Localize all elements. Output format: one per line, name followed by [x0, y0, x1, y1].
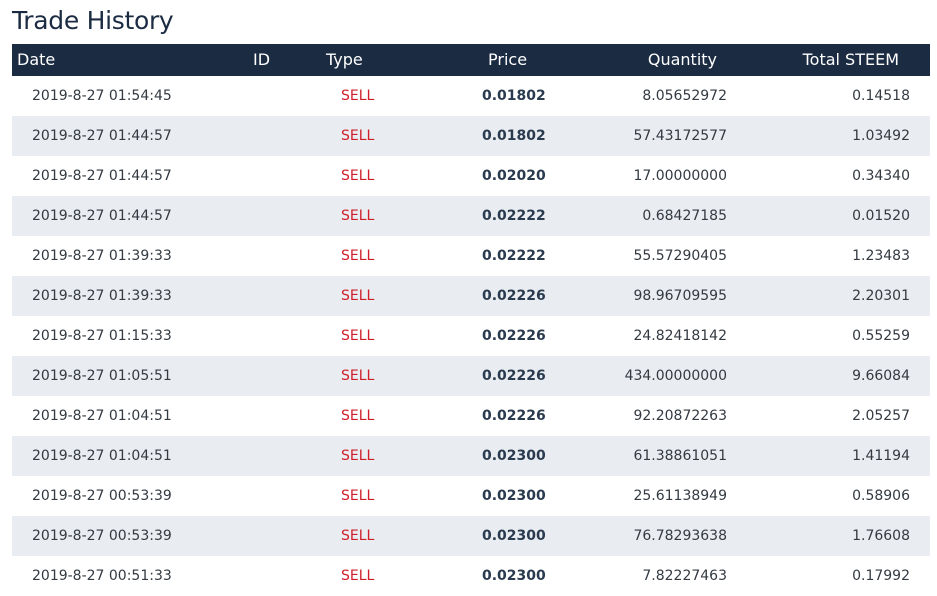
trade-price-cell: 0.02300 [482, 568, 546, 584]
trade-type-cell: SELL [341, 488, 375, 504]
trade-date-cell: 2019-8-27 01:39:33 [32, 288, 172, 304]
trade-date-cell: 2019-8-27 01:04:51 [32, 408, 172, 424]
trade-date-cell: 2019-8-27 01:44:57 [32, 208, 172, 224]
trade-price-cell: 0.02020 [482, 168, 546, 184]
trade-price-cell: 0.02222 [482, 248, 546, 264]
table-row: 2019-8-27 01:04:51 SELL 0.02226 92.20872263… [12, 396, 930, 436]
trade-total-cell: 1.76608 [852, 528, 910, 544]
trade-type-cell: SELL [341, 288, 375, 304]
trade-total-cell: 2.20301 [852, 288, 910, 304]
table-row: 2019-8-27 01:05:51 SELL 0.02226 434.0000000… [12, 356, 930, 396]
table-row: 2019-8-27 00:53:39 SELL 0.02300 25.61138949… [12, 476, 930, 516]
trade-quantity-cell: 25.61138949 [633, 488, 727, 504]
trade-date-cell: 2019-8-27 00:51:33 [32, 568, 172, 584]
trade-total-cell: 1.23483 [852, 248, 910, 264]
trade-type-cell: SELL [341, 568, 375, 584]
trade-type-cell: SELL [341, 408, 375, 424]
trade-price-cell: 0.02300 [482, 448, 546, 464]
trade-type-cell: SELL [341, 168, 375, 184]
column-header-type[interactable]: Type [326, 44, 363, 76]
trade-quantity-cell: 434.00000000 [624, 368, 727, 384]
trade-type-cell: SELL [341, 88, 375, 104]
trade-price-cell: 0.02222 [482, 208, 546, 224]
table-row: 2019-8-27 01:04:51 SELL 0.02300 61.38861051… [12, 436, 930, 476]
trade-quantity-cell: 7.82227463 [642, 568, 727, 584]
trade-date-cell: 2019-8-27 01:05:51 [32, 368, 172, 384]
trade-total-cell: 2.05257 [852, 408, 910, 424]
trade-quantity-cell: 8.05652972 [642, 88, 727, 104]
trade-quantity-cell: 24.82418142 [633, 328, 727, 344]
trade-quantity-cell: 92.20872263 [633, 408, 727, 424]
trade-quantity-cell: 17.00000000 [633, 168, 727, 184]
trade-date-cell: 2019-8-27 00:53:39 [32, 488, 172, 504]
trade-total-cell: 1.41194 [852, 448, 910, 464]
trade-total-cell: 0.58906 [852, 488, 910, 504]
trade-date-cell: 2019-8-27 00:53:39 [32, 528, 172, 544]
column-header-date[interactable]: Date [17, 44, 55, 76]
table-header: Date ID Type Price Quantity Total STEEM [12, 44, 930, 76]
trade-date-cell: 2019-8-27 01:44:57 [32, 168, 172, 184]
trade-price-cell: 0.02226 [482, 328, 546, 344]
trade-total-cell: 0.55259 [852, 328, 910, 344]
trade-total-cell: 0.01520 [852, 208, 910, 224]
column-header-id[interactable]: ID [253, 44, 270, 76]
trade-quantity-cell: 98.96709595 [633, 288, 727, 304]
trade-quantity-cell: 55.57290405 [633, 248, 727, 264]
trade-quantity-cell: 61.38861051 [633, 448, 727, 464]
trade-date-cell: 2019-8-27 01:04:51 [32, 448, 172, 464]
trade-type-cell: SELL [341, 368, 375, 384]
trade-type-cell: SELL [341, 448, 375, 464]
trade-quantity-cell: 57.43172577 [633, 128, 727, 144]
table-row: 2019-8-27 01:44:57 SELL 0.01802 57.43172577… [12, 116, 930, 156]
trade-price-cell: 0.01802 [482, 88, 546, 104]
trade-history-table: Date ID Type Price Quantity Total STEEM … [12, 44, 930, 596]
trade-price-cell: 0.01802 [482, 128, 546, 144]
trade-price-cell: 0.02226 [482, 368, 546, 384]
trade-quantity-cell: 0.68427185 [642, 208, 727, 224]
column-header-quantity[interactable]: Quantity [648, 44, 717, 76]
column-header-price[interactable]: Price [488, 44, 527, 76]
trade-date-cell: 2019-8-27 01:15:33 [32, 328, 172, 344]
trade-price-cell: 0.02300 [482, 528, 546, 544]
trade-type-cell: SELL [341, 128, 375, 144]
table-row: 2019-8-27 01:39:33 SELL 0.02226 98.96709595… [12, 276, 930, 316]
trade-total-cell: 1.03492 [852, 128, 910, 144]
trade-price-cell: 0.02226 [482, 408, 546, 424]
trade-type-cell: SELL [341, 208, 375, 224]
column-header-total-steem[interactable]: Total STEEM [803, 44, 899, 76]
table-row: 2019-8-27 01:54:45 SELL 0.01802 8.05652972 0… [12, 76, 930, 116]
page-title: Trade History [12, 6, 174, 35]
table-row: 2019-8-27 00:53:39 SELL 0.02300 76.78293638… [12, 516, 930, 556]
trade-total-cell: 0.17992 [852, 568, 910, 584]
trade-type-cell: SELL [341, 328, 375, 344]
table-row: 2019-8-27 01:44:57 SELL 0.02020 17.00000000… [12, 156, 930, 196]
table-row: 2019-8-27 01:39:33 SELL 0.02222 55.57290405… [12, 236, 930, 276]
trade-price-cell: 0.02226 [482, 288, 546, 304]
trade-quantity-cell: 76.78293638 [633, 528, 727, 544]
table-row: 2019-8-27 01:44:57 SELL 0.02222 0.68427185 0… [12, 196, 930, 236]
trade-date-cell: 2019-8-27 01:54:45 [32, 88, 172, 104]
trade-date-cell: 2019-8-27 01:39:33 [32, 248, 172, 264]
table-row: 2019-8-27 00:51:33 SELL 0.02300 7.82227463 0… [12, 556, 930, 596]
trade-type-cell: SELL [341, 248, 375, 264]
trade-total-cell: 9.66084 [852, 368, 910, 384]
table-row: 2019-8-27 01:15:33 SELL 0.02226 24.82418142… [12, 316, 930, 356]
trade-total-cell: 0.14518 [852, 88, 910, 104]
trade-total-cell: 0.34340 [852, 168, 910, 184]
trade-price-cell: 0.02300 [482, 488, 546, 504]
trade-type-cell: SELL [341, 528, 375, 544]
trade-date-cell: 2019-8-27 01:44:57 [32, 128, 172, 144]
table-body: 2019-8-27 01:54:45 SELL 0.01802 8.05652972 0… [12, 76, 930, 596]
